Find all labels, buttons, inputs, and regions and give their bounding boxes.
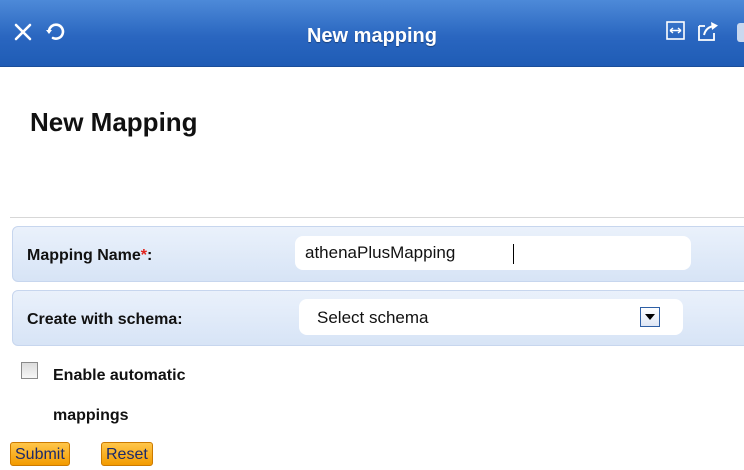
submit-button[interactable]: Submit [10, 442, 70, 466]
expand-icon[interactable] [666, 21, 685, 40]
mapping-name-row: Mapping Name*: [12, 226, 744, 282]
window-title: New mapping [306, 25, 437, 47]
enable-automatic-mappings-label: Enable automatic mappings [53, 367, 186, 424]
page-title: New Mapping [30, 107, 198, 137]
share-icon[interactable] [698, 21, 720, 41]
schema-label: Create with schema: [27, 311, 183, 328]
text-caret [513, 244, 514, 264]
dropdown-arrow-icon[interactable] [640, 307, 660, 327]
mapping-name-label: Mapping Name*: [27, 247, 152, 265]
schema-select[interactable]: Select schema [299, 299, 683, 335]
mapping-name-label-text: Mapping Name [27, 247, 141, 264]
schema-select-value: Select schema [317, 308, 429, 327]
mapping-name-colon: : [147, 247, 153, 264]
divider [10, 217, 744, 218]
enable-automatic-mappings-checkbox[interactable] [21, 362, 38, 379]
schema-row: Create with schema: Select schema [12, 290, 744, 346]
title-bar: New mapping [0, 0, 744, 67]
mapping-name-input[interactable] [295, 236, 691, 270]
toolbar-overflow-edge [737, 23, 744, 42]
reset-button[interactable]: Reset [101, 442, 153, 466]
